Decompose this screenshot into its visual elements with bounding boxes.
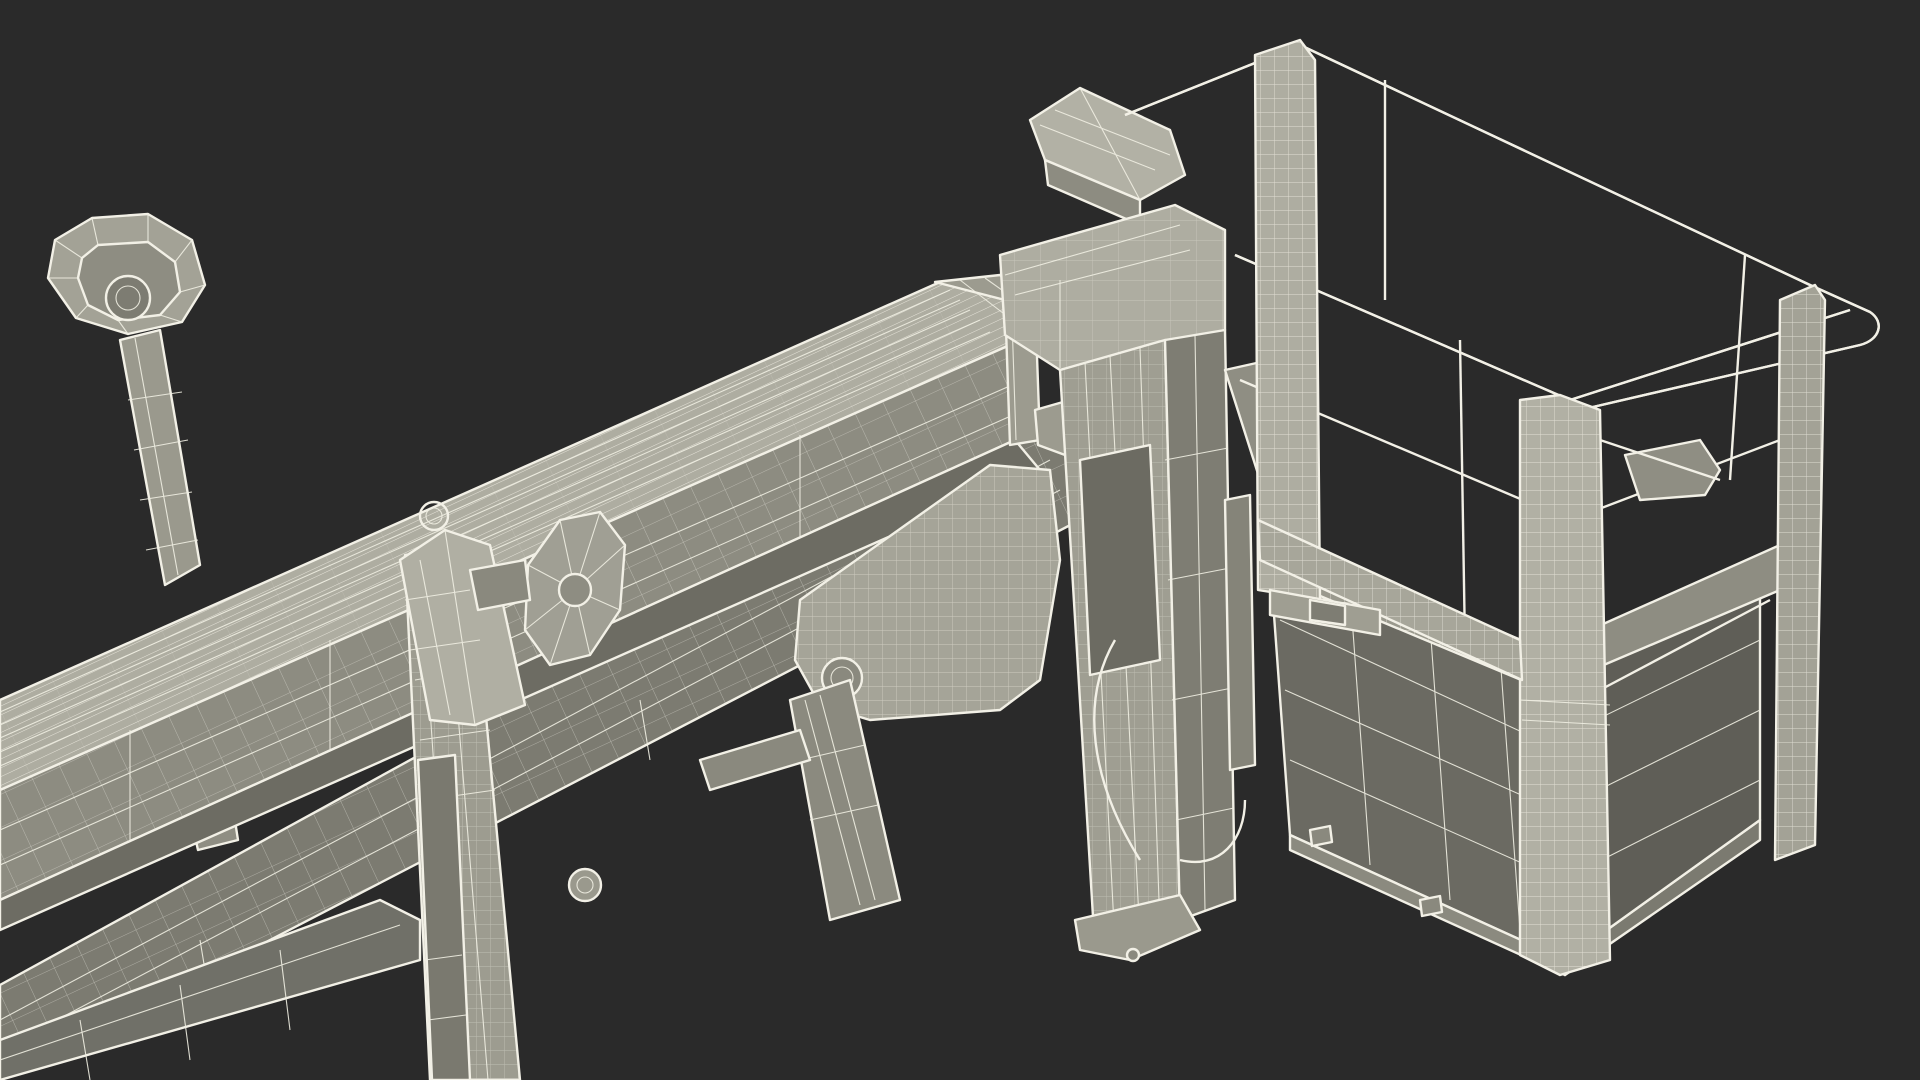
wireframe-render	[0, 0, 1920, 1080]
